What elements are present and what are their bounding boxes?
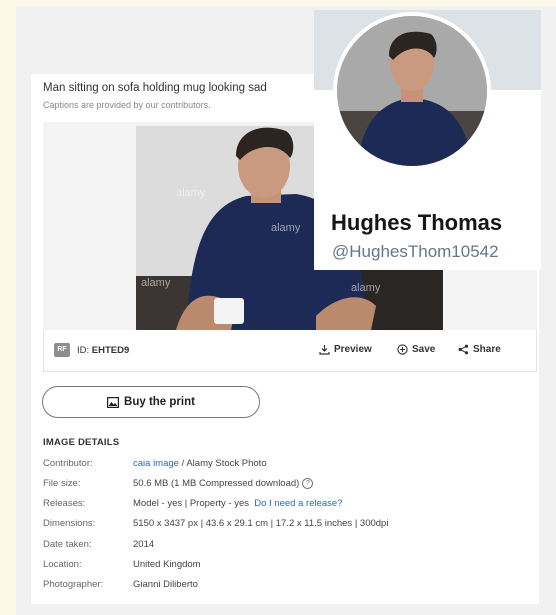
image-icon — [107, 396, 120, 408]
image-id: ID: EHTED9 — [77, 345, 129, 356]
contributor-label: Contributor: — [43, 458, 93, 469]
releases-value: Model - yes | Property - yes — [133, 498, 249, 509]
contributor-link[interactable]: caia image — [133, 458, 179, 469]
filesize-value-wrap: 50.6 MB (1 MB Compressed download)? — [133, 478, 314, 490]
watermark-4: alamy — [141, 277, 171, 289]
plus-circle-icon — [397, 344, 408, 355]
info-icon[interactable]: ? — [302, 478, 314, 489]
watermark-1: alamy — [176, 187, 206, 199]
save-label: Save — [412, 344, 436, 355]
watermark-3: alamy — [351, 282, 381, 294]
save-button[interactable]: Save — [397, 344, 435, 355]
buy-print-button[interactable]: Buy the print — [42, 386, 260, 418]
releases-label: Releases: — [43, 498, 86, 509]
download-icon — [319, 345, 330, 355]
location-label: Location: — [43, 559, 82, 570]
release-help-link[interactable]: Do I need a release? — [254, 498, 342, 509]
preview-label: Preview — [334, 344, 372, 355]
dimensions-label: Dimensions: — [43, 518, 96, 529]
share-icon — [458, 344, 469, 355]
profile-handle: @HughesThom10542 — [332, 242, 499, 261]
avatar[interactable] — [333, 12, 491, 170]
contributor-agency: / Alamy Stock Photo — [178, 458, 267, 469]
photographer-label: Photographer: — [43, 579, 104, 590]
share-button[interactable]: Share — [458, 344, 501, 355]
share-label: Share — [473, 344, 501, 355]
photographer-link[interactable]: Gianni Diliberto — [133, 579, 198, 590]
date-value: 2014 — [133, 539, 155, 550]
contributor-value: caia image / Alamy Stock Photo — [133, 458, 267, 469]
filesize-value: 50.6 MB (1 MB Compressed download) — [133, 478, 300, 490]
location-value: United Kingdom — [133, 559, 201, 570]
image-details-heading: IMAGE DETAILS — [43, 437, 120, 448]
image-caption: Man sitting on sofa holding mug looking … — [43, 82, 267, 94]
image-id-bar: RF ID: EHTED9 Preview Save Share — [43, 330, 537, 372]
watermark-2: alamy — [271, 222, 301, 234]
date-label: Date taken: — [43, 539, 92, 550]
releases-value-wrap: Model - yes | Property - yes Do I need a… — [133, 498, 342, 509]
profile-name: Hughes Thomas — [331, 210, 503, 235]
rf-badge: RF — [54, 343, 70, 357]
image-id-label: ID: — [77, 345, 90, 356]
dimensions-value: 5150 x 3437 px | 43.6 x 29.1 cm | 17.2 x… — [133, 518, 389, 529]
preview-button[interactable]: Preview — [319, 344, 372, 355]
buy-print-label: Buy the print — [124, 396, 195, 408]
filesize-label: File size: — [43, 478, 81, 489]
caption-note: Captions are provided by our contributor… — [43, 100, 211, 110]
image-id-value: EHTED9 — [91, 345, 130, 356]
